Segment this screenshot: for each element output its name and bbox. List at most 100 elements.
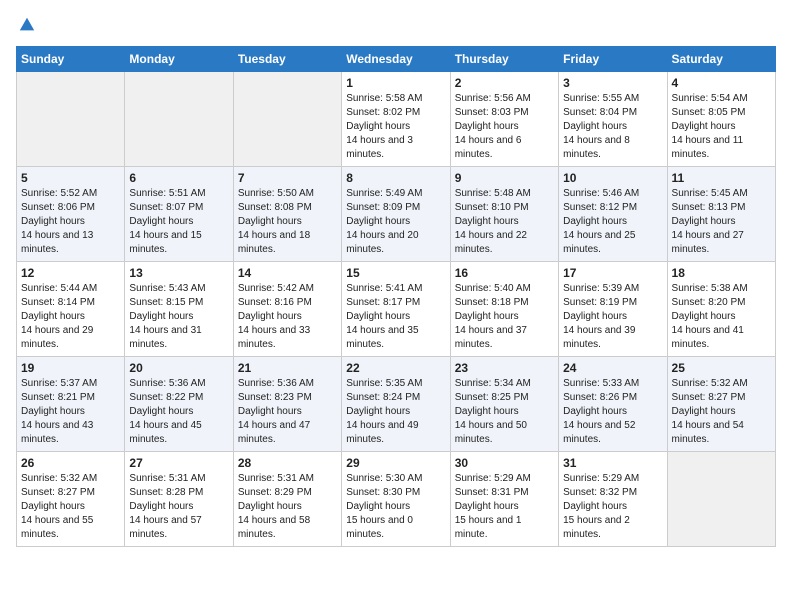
calendar-cell: 12 Sunrise: 5:44 AMSunset: 8:14 PMDayligh… <box>17 262 125 357</box>
calendar-cell: 13 Sunrise: 5:43 AMSunset: 8:15 PMDayligh… <box>125 262 233 357</box>
day-number: 10 <box>563 171 662 185</box>
day-number: 18 <box>672 266 771 280</box>
calendar-cell: 8 Sunrise: 5:49 AMSunset: 8:09 PMDaylight… <box>342 167 450 262</box>
day-info: Sunrise: 5:51 AMSunset: 8:07 PMDaylight … <box>129 187 228 257</box>
calendar-cell: 26 Sunrise: 5:32 AMSunset: 8:27 PMDayligh… <box>17 452 125 547</box>
calendar-cell: 29Sunrise: 5:30 AMSunset: 8:30 PMDayligh… <box>342 452 450 547</box>
day-info: Sunrise: 5:50 AMSunset: 8:08 PMDaylight … <box>238 187 337 257</box>
day-number: 8 <box>346 171 445 185</box>
day-info: Sunrise: 5:46 AMSunset: 8:12 PMDaylight … <box>563 187 662 257</box>
day-info: Sunrise: 5:36 AMSunset: 8:23 PMDaylight … <box>238 377 337 447</box>
day-info: Sunrise: 5:58 AMSunset: 8:02 PMDaylight … <box>346 92 445 162</box>
week-row-2: 5Sunrise: 5:52 AMSunset: 8:06 PMDaylight… <box>17 167 776 262</box>
calendar-cell: 17 Sunrise: 5:39 AMSunset: 8:19 PMDayligh… <box>559 262 667 357</box>
week-row-4: 19 Sunrise: 5:37 AMSunset: 8:21 PMDayligh… <box>17 357 776 452</box>
calendar-cell <box>125 72 233 167</box>
day-info: Sunrise: 5:32 AMSunset: 8:27 PMDaylight … <box>21 472 120 542</box>
calendar-cell: 18 Sunrise: 5:38 AMSunset: 8:20 PMDayligh… <box>667 262 775 357</box>
day-number: 28 <box>238 456 337 470</box>
day-number: 31 <box>563 456 662 470</box>
day-info: Sunrise: 5:56 AMSunset: 8:03 PMDaylight … <box>455 92 554 162</box>
day-number: 9 <box>455 171 554 185</box>
day-info: Sunrise: 5:40 AMSunset: 8:18 PMDaylight … <box>455 282 554 352</box>
day-number: 11 <box>672 171 771 185</box>
calendar-cell <box>667 452 775 547</box>
day-info: Sunrise: 5:39 AMSunset: 8:19 PMDaylight … <box>563 282 662 352</box>
day-number: 17 <box>563 266 662 280</box>
calendar-cell: 2 Sunrise: 5:56 AMSunset: 8:03 PMDaylight… <box>450 72 558 167</box>
day-info: Sunrise: 5:33 AMSunset: 8:26 PMDaylight … <box>563 377 662 447</box>
day-info: Sunrise: 5:34 AMSunset: 8:25 PMDaylight … <box>455 377 554 447</box>
day-info: Sunrise: 5:31 AMSunset: 8:29 PMDaylight … <box>238 472 337 542</box>
day-number: 13 <box>129 266 228 280</box>
day-info: Sunrise: 5:37 AMSunset: 8:21 PMDaylight … <box>21 377 120 447</box>
day-number: 1 <box>346 76 445 90</box>
calendar-cell <box>233 72 341 167</box>
day-info: Sunrise: 5:41 AMSunset: 8:17 PMDaylight … <box>346 282 445 352</box>
day-number: 7 <box>238 171 337 185</box>
day-number: 29 <box>346 456 445 470</box>
day-number: 16 <box>455 266 554 280</box>
day-info: Sunrise: 5:45 AMSunset: 8:13 PMDaylight … <box>672 187 771 257</box>
day-info: Sunrise: 5:29 AMSunset: 8:32 PMDaylight … <box>563 472 662 542</box>
day-number: 26 <box>21 456 120 470</box>
calendar-cell: 19 Sunrise: 5:37 AMSunset: 8:21 PMDayligh… <box>17 357 125 452</box>
day-info: Sunrise: 5:31 AMSunset: 8:28 PMDaylight … <box>129 472 228 542</box>
day-number: 22 <box>346 361 445 375</box>
col-header-sunday: Sunday <box>17 47 125 72</box>
week-row-1: 1 Sunrise: 5:58 AMSunset: 8:02 PMDaylight… <box>17 72 776 167</box>
day-number: 25 <box>672 361 771 375</box>
page-header <box>16 16 776 34</box>
day-number: 20 <box>129 361 228 375</box>
logo-icon <box>18 16 36 34</box>
day-info: Sunrise: 5:35 AMSunset: 8:24 PMDaylight … <box>346 377 445 447</box>
calendar-cell: 28 Sunrise: 5:31 AMSunset: 8:29 PMDayligh… <box>233 452 341 547</box>
day-number: 30 <box>455 456 554 470</box>
day-info: Sunrise: 5:42 AMSunset: 8:16 PMDaylight … <box>238 282 337 352</box>
day-info: Sunrise: 5:54 AMSunset: 8:05 PMDaylight … <box>672 92 771 162</box>
calendar-cell: 3Sunrise: 5:55 AMSunset: 8:04 PMDaylight… <box>559 72 667 167</box>
calendar-cell: 21 Sunrise: 5:36 AMSunset: 8:23 PMDayligh… <box>233 357 341 452</box>
calendar-cell: 7 Sunrise: 5:50 AMSunset: 8:08 PMDaylight… <box>233 167 341 262</box>
calendar-cell: 10 Sunrise: 5:46 AMSunset: 8:12 PMDayligh… <box>559 167 667 262</box>
col-header-saturday: Saturday <box>667 47 775 72</box>
day-info: Sunrise: 5:55 AMSunset: 8:04 PMDaylight … <box>563 92 662 162</box>
col-header-monday: Monday <box>125 47 233 72</box>
calendar-cell: 9Sunrise: 5:48 AMSunset: 8:10 PMDaylight… <box>450 167 558 262</box>
day-info: Sunrise: 5:43 AMSunset: 8:15 PMDaylight … <box>129 282 228 352</box>
day-info: Sunrise: 5:44 AMSunset: 8:14 PMDaylight … <box>21 282 120 352</box>
day-number: 6 <box>129 171 228 185</box>
calendar-cell: 23 Sunrise: 5:34 AMSunset: 8:25 PMDayligh… <box>450 357 558 452</box>
day-info: Sunrise: 5:52 AMSunset: 8:06 PMDaylight … <box>21 187 120 257</box>
day-info: Sunrise: 5:36 AMSunset: 8:22 PMDaylight … <box>129 377 228 447</box>
col-header-friday: Friday <box>559 47 667 72</box>
day-number: 23 <box>455 361 554 375</box>
calendar-cell: 5Sunrise: 5:52 AMSunset: 8:06 PMDaylight… <box>17 167 125 262</box>
day-number: 2 <box>455 76 554 90</box>
calendar-cell: 6 Sunrise: 5:51 AMSunset: 8:07 PMDaylight… <box>125 167 233 262</box>
day-number: 27 <box>129 456 228 470</box>
day-number: 21 <box>238 361 337 375</box>
calendar-cell: 20 Sunrise: 5:36 AMSunset: 8:22 PMDayligh… <box>125 357 233 452</box>
calendar-cell: 14 Sunrise: 5:42 AMSunset: 8:16 PMDayligh… <box>233 262 341 357</box>
col-header-tuesday: Tuesday <box>233 47 341 72</box>
calendar-cell: 4Sunrise: 5:54 AMSunset: 8:05 PMDaylight… <box>667 72 775 167</box>
day-info: Sunrise: 5:49 AMSunset: 8:09 PMDaylight … <box>346 187 445 257</box>
day-info: Sunrise: 5:29 AMSunset: 8:31 PMDaylight … <box>455 472 554 542</box>
calendar-cell <box>17 72 125 167</box>
calendar-cell: 11 Sunrise: 5:45 AMSunset: 8:13 PMDayligh… <box>667 167 775 262</box>
calendar-cell: 31 Sunrise: 5:29 AMSunset: 8:32 PMDayligh… <box>559 452 667 547</box>
col-header-wednesday: Wednesday <box>342 47 450 72</box>
week-row-3: 12 Sunrise: 5:44 AMSunset: 8:14 PMDayligh… <box>17 262 776 357</box>
calendar-cell: 16 Sunrise: 5:40 AMSunset: 8:18 PMDayligh… <box>450 262 558 357</box>
logo <box>16 16 36 34</box>
day-info: Sunrise: 5:38 AMSunset: 8:20 PMDaylight … <box>672 282 771 352</box>
day-number: 19 <box>21 361 120 375</box>
calendar-cell: 1 Sunrise: 5:58 AMSunset: 8:02 PMDaylight… <box>342 72 450 167</box>
calendar-cell: 30 Sunrise: 5:29 AMSunset: 8:31 PMDayligh… <box>450 452 558 547</box>
day-number: 12 <box>21 266 120 280</box>
day-info: Sunrise: 5:32 AMSunset: 8:27 PMDaylight … <box>672 377 771 447</box>
day-number: 14 <box>238 266 337 280</box>
calendar-table: SundayMondayTuesdayWednesdayThursdayFrid… <box>16 46 776 547</box>
calendar-header-row: SundayMondayTuesdayWednesdayThursdayFrid… <box>17 47 776 72</box>
